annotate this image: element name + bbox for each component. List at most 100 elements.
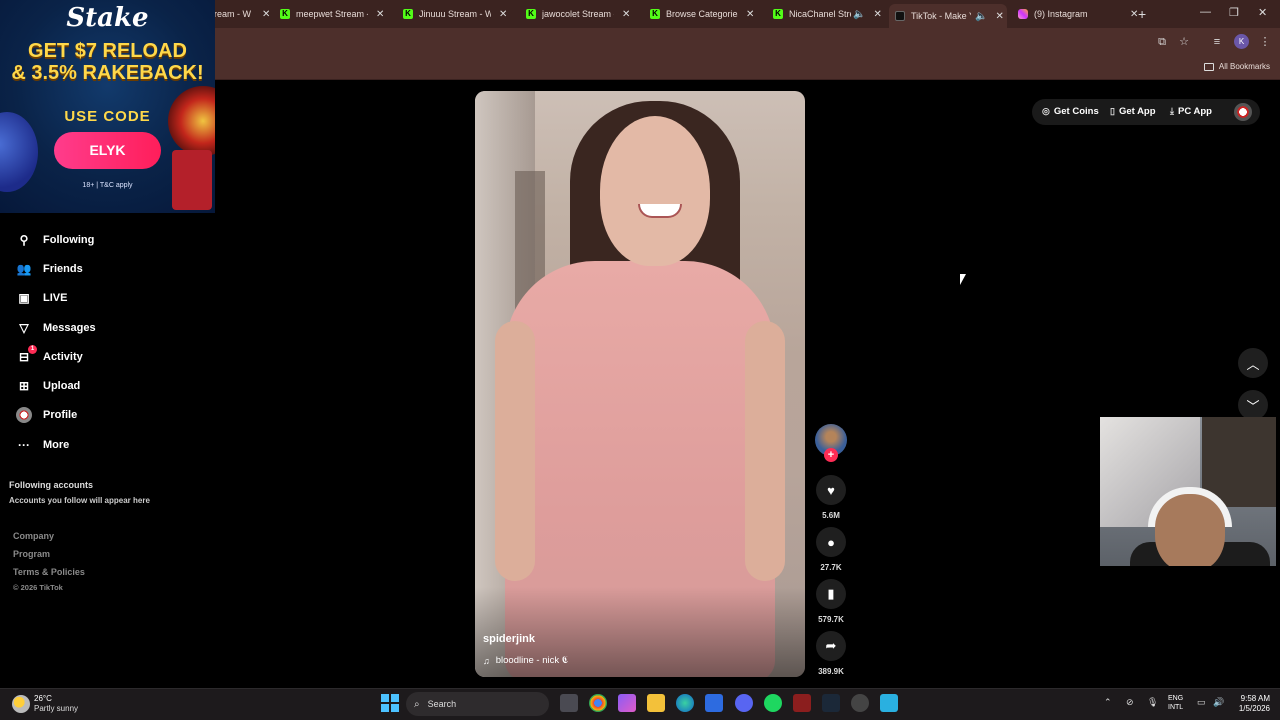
install-app-icon[interactable]: ⧉	[1155, 35, 1169, 49]
menu-kebab-icon[interactable]: ⋮	[1258, 35, 1272, 49]
profile-avatar[interactable]: K	[1234, 34, 1249, 49]
video-username[interactable]: spiderjink	[483, 633, 535, 645]
ad-terms: 18+ | T&C apply	[82, 182, 133, 189]
weather-temperature: 26°C	[34, 694, 52, 703]
sidebar-item-messages[interactable]: ▽ Messages	[16, 320, 95, 336]
microsoft-store-icon[interactable]	[705, 694, 723, 712]
close-tab-icon[interactable]: ✕	[376, 9, 384, 20]
browser-tab[interactable]: K meepwet Stream - W ✕	[274, 4, 384, 24]
discord-icon[interactable]	[735, 694, 753, 712]
browser-tab[interactable]: K NicaChanel Strea 🔈 ✕	[767, 4, 882, 24]
browser-tab[interactable]: K Jinuuu Stream - Wat ✕	[397, 4, 507, 24]
sidebar-item-following[interactable]: ⚲ Following	[16, 232, 95, 248]
heart-icon: ♥	[827, 482, 835, 498]
previous-video-button[interactable]: ︿	[1238, 348, 1268, 378]
new-tab-button[interactable]: +	[1138, 6, 1146, 22]
comment-button[interactable]: ●	[816, 527, 846, 557]
follow-plus-button[interactable]: +	[824, 448, 838, 462]
sidebar-item-label: Upload	[43, 380, 81, 392]
use-code-label: USE CODE	[64, 108, 151, 125]
video-subject-arm	[745, 321, 785, 581]
app-icon[interactable]	[793, 694, 811, 712]
close-tab-icon[interactable]: ✕	[622, 9, 630, 20]
display-icon[interactable]: ▭	[1197, 697, 1206, 708]
next-video-button[interactable]: ﹀	[1238, 390, 1268, 420]
sidebar-item-label: Friends	[43, 263, 83, 275]
close-tab-icon[interactable]: ✕	[995, 11, 1003, 22]
file-explorer-icon[interactable]	[647, 694, 665, 712]
share-button[interactable]: ➦	[816, 631, 846, 661]
sidebar-item-activity[interactable]: ⊟ 1 Activity	[16, 345, 83, 365]
partly-sunny-icon	[12, 695, 30, 713]
tab-title: Jinuuu Stream - Wat	[419, 9, 491, 19]
sidebar-item-profile[interactable]: Profile	[16, 407, 77, 423]
speaker-icon[interactable]: 🔈	[975, 11, 987, 22]
footer-link-company[interactable]: Company	[13, 531, 54, 541]
footer-link-program[interactable]: Program	[13, 549, 50, 559]
all-bookmarks-button[interactable]: All Bookmarks	[1203, 62, 1270, 71]
video-player[interactable]	[475, 91, 805, 677]
kick-icon: K	[773, 9, 783, 19]
app-icon[interactable]	[851, 694, 869, 712]
close-tab-icon[interactable]: ✕	[746, 9, 754, 20]
close-window-icon[interactable]: ✕	[1258, 6, 1267, 19]
volume-icon[interactable]: 🔊	[1213, 697, 1224, 708]
chrome-icon[interactable]	[589, 694, 607, 712]
promo-code-button[interactable]: ELYK	[54, 132, 161, 169]
system-clock[interactable]: 9:58 AM 1/5/2026	[1232, 694, 1270, 714]
browser-tab[interactable]: K Browse Categories - ✕	[644, 4, 754, 24]
steam-icon[interactable]	[822, 694, 840, 712]
user-avatar[interactable]	[1234, 103, 1252, 121]
video-sound[interactable]: ♫ bloodline - nick 𝕮	[483, 655, 568, 666]
share-icon: ➦	[825, 638, 837, 653]
input-language[interactable]: ENG INTL	[1168, 694, 1183, 712]
pc-app-button[interactable]: ⤓ PC App	[1170, 106, 1212, 117]
save-button[interactable]: ▮	[816, 579, 846, 609]
browser-tab[interactable]: K jawocolet Stream - W ✕	[520, 4, 630, 24]
copyright-text: © 2026 TikTok	[13, 583, 63, 592]
browser-tab[interactable]: ream - W ✕	[208, 4, 270, 24]
slot-machine-graphic	[172, 150, 212, 210]
spotify-icon[interactable]	[764, 694, 782, 712]
microphone-icon[interactable]: 🎙	[1147, 697, 1158, 708]
chevron-up-icon: ︿	[1246, 356, 1260, 372]
weather-widget[interactable]: 26°C Partly sunny	[12, 694, 78, 714]
taskbar-search[interactable]: ⌕ Search	[406, 692, 549, 716]
media-control-icon[interactable]: ≡	[1210, 35, 1224, 49]
phone-icon: ▯	[1110, 106, 1115, 116]
close-tab-icon[interactable]: ✕	[873, 9, 881, 20]
bookmark-icon: ▮	[827, 586, 835, 601]
restore-icon[interactable]: ❐	[1229, 6, 1239, 19]
show-hidden-icons[interactable]: ⌃	[1104, 697, 1112, 708]
video-subject-face	[600, 116, 710, 266]
stake-ad-overlay[interactable]: Stake GET $7 RELOAD & 3.5% RAKEBACK! USE…	[0, 0, 215, 213]
upload-icon: ⊞	[18, 379, 30, 393]
close-tab-icon[interactable]: ✕	[262, 9, 270, 20]
sidebar-item-friends[interactable]: 👥 Friends	[16, 261, 83, 277]
get-coins-button[interactable]: ◎ Get Coins	[1042, 106, 1099, 117]
sidebar-item-upload[interactable]: ⊞ Upload	[16, 378, 80, 394]
sound-title: bloodline - nick 𝕮	[495, 655, 569, 666]
browser-tab[interactable]: (9) Instagram ✕	[1012, 4, 1138, 24]
minimize-icon[interactable]: —	[1200, 6, 1211, 18]
chevron-down-icon: ﹀	[1246, 398, 1260, 414]
notepad-icon[interactable]	[880, 694, 898, 712]
get-app-label: Get App	[1118, 106, 1156, 117]
start-button[interactable]	[381, 694, 399, 712]
like-button[interactable]: ♥	[816, 475, 846, 505]
task-view-icon[interactable]	[560, 694, 578, 712]
comment-icon: ●	[827, 534, 835, 550]
copilot-icon[interactable]	[618, 694, 636, 712]
edge-icon[interactable]	[676, 694, 694, 712]
sidebar-item-more[interactable]: ··· More	[16, 437, 69, 453]
tab-title: NicaChanel Strea	[789, 9, 851, 19]
sidebar-item-live[interactable]: ▣ LIVE	[16, 290, 67, 306]
network-icon[interactable]: ⊘	[1126, 697, 1134, 708]
close-tab-icon[interactable]: ✕	[499, 9, 507, 20]
get-app-button[interactable]: ▯ Get App	[1110, 106, 1156, 117]
browser-tab-active[interactable]: TikTok - Make Yo 🔈 ✕	[889, 4, 1007, 28]
footer-link-terms[interactable]: Terms & Policies	[13, 567, 85, 577]
bookmark-star-icon[interactable]: ☆	[1177, 35, 1191, 49]
speaker-icon[interactable]: 🔈	[853, 9, 865, 20]
following-accounts-hint: Accounts you follow will appear here	[9, 496, 150, 505]
